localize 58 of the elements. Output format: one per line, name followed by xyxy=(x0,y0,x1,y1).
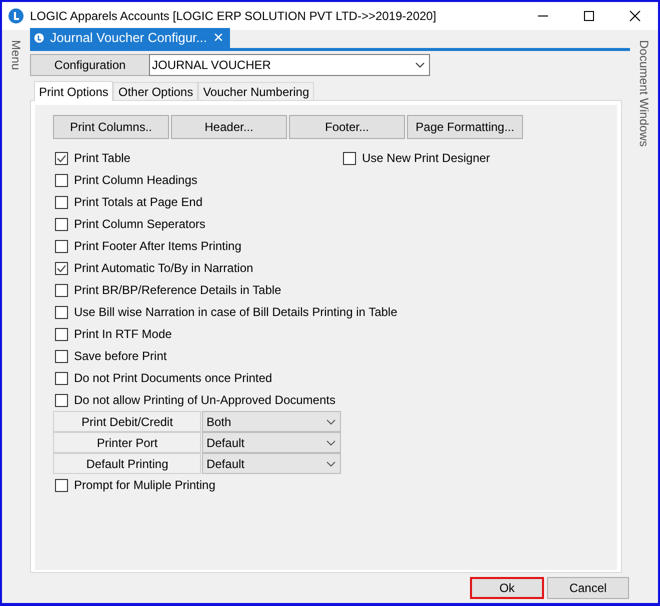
checkbox[interactable] xyxy=(55,306,68,318)
checkbox[interactable] xyxy=(55,174,68,186)
dropdown[interactable]: Default xyxy=(202,432,341,453)
checkbox[interactable] xyxy=(55,350,68,362)
dialog-button[interactable]: Cancel xyxy=(547,577,629,599)
checkbox-label[interactable]: Print BR/BP/Reference Details in Table xyxy=(74,281,282,299)
chevron-down-icon xyxy=(326,460,336,466)
checkbox-label[interactable]: Use Bill wise Narration in case of Bill Details Printing in Table xyxy=(74,303,398,321)
field-label: Default Printing xyxy=(53,453,202,474)
maximize-icon[interactable] xyxy=(583,10,595,22)
checkbox-label[interactable]: Use New Print Designer xyxy=(362,149,490,167)
action-button[interactable]: Page Formatting... xyxy=(407,115,523,139)
checkbox[interactable] xyxy=(55,328,68,340)
checkbox[interactable] xyxy=(55,196,68,208)
checkbox-label[interactable]: Print Totals at Page End xyxy=(74,193,203,211)
tab-close-button[interactable]: ✕ xyxy=(213,28,224,48)
checkbox[interactable] xyxy=(55,240,68,252)
checkbox-label[interactable]: Print Column Seperators xyxy=(74,215,206,233)
dropdown[interactable]: Default xyxy=(202,453,341,474)
dropdown[interactable]: Both xyxy=(202,411,341,432)
tab[interactable]: Print Options xyxy=(34,81,114,101)
checkbox[interactable] xyxy=(55,218,68,230)
checkbox-label[interactable]: Print Table xyxy=(74,149,130,167)
dialog-button[interactable]: Ok xyxy=(470,577,544,599)
checkbox-label[interactable]: Do not allow Printing of Un-Approved Documents xyxy=(74,391,336,409)
checkbox-label[interactable]: Save before Print xyxy=(74,347,167,365)
app-logo-icon xyxy=(8,8,24,24)
checkbox[interactable] xyxy=(55,478,68,492)
checkbox-label[interactable]: Print In RTF Mode xyxy=(74,325,172,343)
window-title: LOGIC Apparels Accounts [LOGIC ERP SOLUTION PVT LTD->>2019-2020] xyxy=(30,8,438,25)
action-button[interactable]: Footer... xyxy=(289,115,405,139)
checkbox-label[interactable]: Print Footer After Items Printing xyxy=(74,237,242,255)
action-button[interactable]: Header... xyxy=(171,115,287,139)
tab[interactable]: Other Options xyxy=(113,82,198,100)
field-label: Print Debit/Credit xyxy=(53,411,202,432)
configuration-button[interactable]: Configuration xyxy=(30,54,150,76)
checkbox[interactable] xyxy=(55,152,68,164)
chevron-down-icon xyxy=(326,418,336,424)
tab[interactable]: Voucher Numbering xyxy=(198,82,314,100)
close-icon[interactable] xyxy=(629,10,641,22)
checkbox-label[interactable]: Print Column Headings xyxy=(74,171,198,189)
action-button[interactable]: Print Columns.. xyxy=(53,115,169,139)
chevron-down-icon xyxy=(326,440,336,446)
checkbox[interactable] xyxy=(343,152,356,164)
field-label: Printer Port xyxy=(53,432,202,453)
app-logo-icon xyxy=(34,31,44,45)
checkbox[interactable] xyxy=(55,284,68,296)
checkbox[interactable] xyxy=(55,262,68,274)
checkbox-label[interactable]: Print Automatic To/By in Narration xyxy=(74,259,254,277)
configuration-dropdown[interactable]: JOURNAL VOUCHER xyxy=(149,54,430,76)
checkbox[interactable] xyxy=(55,394,68,406)
checkbox-label[interactable]: Prompt for Muliple Printing xyxy=(74,476,216,494)
checkbox[interactable] xyxy=(55,372,68,384)
chevron-down-icon xyxy=(415,62,425,68)
menu-sidebar-tab[interactable]: Menu xyxy=(7,40,25,70)
document-tab[interactable]: Journal Voucher Configur... ✕ xyxy=(30,28,230,48)
document-windows-sidebar-tab[interactable]: Document Windows xyxy=(635,40,653,147)
checkbox-label[interactable]: Do not Print Documents once Printed xyxy=(74,369,272,387)
